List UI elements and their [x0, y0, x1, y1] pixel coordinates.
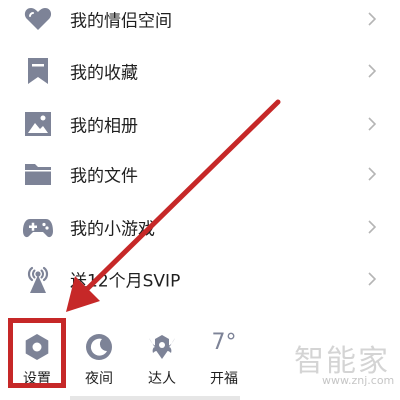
chevron-right-icon — [368, 64, 376, 78]
chevron-right-icon — [368, 272, 376, 286]
menu-item-label: 我的小游戏 — [70, 219, 155, 240]
night-mode-button[interactable]: 夜间 — [69, 322, 129, 392]
folder-icon — [22, 158, 54, 190]
weather-button[interactable]: 7° 开福 — [194, 322, 254, 392]
expert-button[interactable]: 达人 — [132, 322, 192, 392]
winged-badge-icon — [147, 332, 177, 362]
menu-item-couple-space[interactable]: 我的情侣空间 — [0, 0, 400, 44]
menu-item-svip-gift[interactable]: 送12个月SVIP — [0, 254, 400, 304]
menu-item-files[interactable]: 我的文件 — [0, 149, 400, 199]
divider — [70, 396, 240, 400]
gamepad-icon — [22, 211, 54, 243]
menu-item-mini-games[interactable]: 我的小游戏 — [0, 202, 400, 252]
moon-icon — [84, 332, 114, 362]
menu-item-label: 我的收藏 — [70, 63, 138, 84]
chevron-right-icon — [368, 220, 376, 234]
menu-item-label: 送12个月SVIP — [70, 271, 181, 292]
heart-icon — [22, 3, 54, 35]
highlight-box — [8, 318, 66, 388]
watermark-url: www.znj.com — [322, 374, 395, 387]
menu-item-label: 我的文件 — [70, 166, 138, 187]
weather-label: 开福 — [210, 371, 238, 387]
menu-item-label: 我的相册 — [70, 116, 138, 137]
menu-item-favorites[interactable]: 我的收藏 — [0, 46, 400, 96]
menu-item-album[interactable]: 我的相册 — [0, 99, 400, 149]
night-label: 夜间 — [85, 371, 113, 387]
chevron-right-icon — [368, 117, 376, 131]
bookmark-icon — [22, 55, 54, 87]
photo-album-icon — [22, 108, 54, 140]
expert-label: 达人 — [148, 371, 176, 387]
chevron-right-icon — [368, 167, 376, 181]
broadcast-tower-icon — [22, 263, 54, 295]
menu-item-label: 我的情侣空间 — [70, 11, 172, 32]
temperature-text: 7° — [211, 330, 237, 355]
chevron-right-icon — [368, 12, 376, 26]
